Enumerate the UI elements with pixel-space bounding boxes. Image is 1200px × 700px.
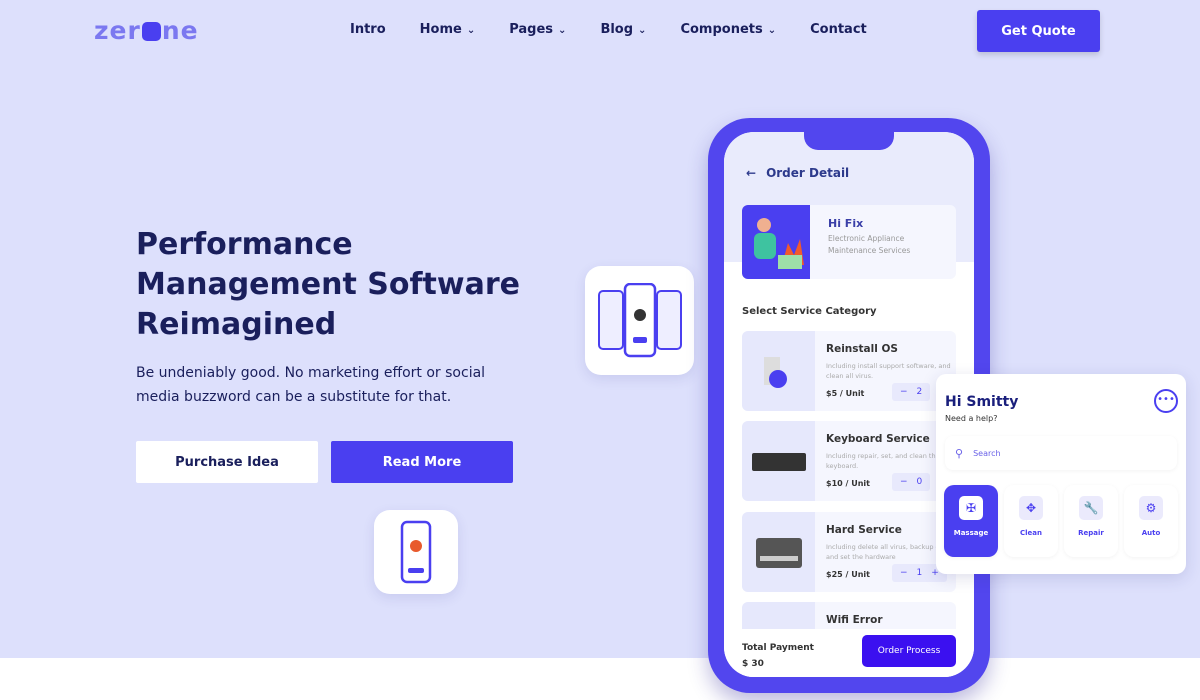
clean-icon: ✥: [1019, 496, 1043, 520]
quantity-stepper[interactable]: −2: [892, 383, 931, 401]
category-label: Massage: [953, 529, 989, 537]
category-clean[interactable]: ✥ Clean: [1004, 485, 1058, 557]
order-process-button[interactable]: Order Process: [862, 635, 956, 667]
service-price: $25 / Unit: [826, 570, 870, 579]
nav-home[interactable]: Home ⌄: [420, 22, 476, 37]
category-label: Clean: [1020, 529, 1042, 537]
hero-title: Performance Management Software Reimagined: [136, 227, 520, 342]
minus-icon[interactable]: −: [900, 387, 908, 397]
read-more-button[interactable]: Read More: [331, 441, 513, 483]
nav-blog[interactable]: Blog ⌄: [600, 22, 646, 37]
quantity-value: 0: [916, 477, 923, 487]
service-description: Including install support software, and …: [826, 362, 951, 380]
logo-mark-icon: [141, 22, 161, 41]
section-divider: [0, 658, 1200, 700]
software-box-icon: [742, 331, 815, 411]
service-title: Reinstall OS: [826, 343, 898, 355]
service-card[interactable]: Reinstall OS Including install support so…: [742, 331, 956, 411]
hero-subtitle: Be undeniably good. No marketing effort …: [136, 365, 486, 405]
logo-text: ne: [161, 16, 199, 45]
chat-icon[interactable]: •••: [1154, 389, 1178, 413]
app-preview-thumbnail: [585, 266, 694, 375]
service-description: Including repair, set, and clean the key…: [826, 452, 940, 470]
provider-name: Hi Fix: [828, 217, 864, 230]
section-label: Select Service Category: [742, 306, 877, 317]
help-greeting: Hi Smitty: [945, 394, 1019, 410]
category-label: Repair: [1078, 529, 1104, 537]
phone-notch: [804, 132, 894, 150]
nav-componets[interactable]: Componets ⌄: [680, 22, 776, 37]
quantity-stepper[interactable]: −0: [892, 473, 931, 491]
search-input[interactable]: ⚲ Search: [945, 436, 1177, 470]
category-auto[interactable]: ⚙ Auto: [1124, 485, 1178, 557]
service-description: Including delete all virus, backup data …: [826, 543, 951, 561]
quantity-value: 1: [916, 568, 923, 578]
service-title: Wifi Error: [826, 614, 883, 626]
repairman-illustration-icon: [742, 205, 810, 279]
nav-contact[interactable]: Contact: [810, 22, 867, 37]
logo-text: zer: [94, 16, 141, 45]
chevron-down-icon: ⌄: [466, 25, 476, 36]
hard-drive-icon: [742, 512, 815, 592]
app-preview-thumbnail: [374, 510, 458, 594]
get-quote-button[interactable]: Get Quote: [977, 10, 1100, 52]
order-detail-header: ← Order Detail: [746, 166, 850, 180]
wrench-icon: 🔧: [1079, 496, 1103, 520]
minus-icon[interactable]: −: [900, 477, 908, 487]
help-prompt: Need a help?: [945, 414, 998, 423]
search-icon: ⚲: [955, 446, 964, 460]
service-price: $5 / Unit: [826, 389, 865, 398]
purchase-idea-button[interactable]: Purchase Idea: [136, 441, 318, 483]
category-massage[interactable]: ✠ Massage: [944, 485, 998, 557]
provider-description: Electronic Appliance Maintenance Service…: [828, 234, 911, 255]
help-widget: Hi Smitty Need a help? ••• ⚲ Search ✠ Mass…: [936, 374, 1186, 574]
logo[interactable]: zer ne: [94, 16, 199, 45]
nav-pages[interactable]: Pages ⌄: [509, 22, 566, 37]
foot-icon: ✠: [959, 496, 983, 520]
search-placeholder: Search: [973, 448, 1001, 458]
service-card[interactable]: Hard Service Including delete all virus, …: [742, 512, 956, 592]
back-arrow-icon[interactable]: ←: [746, 166, 756, 180]
provider-card[interactable]: Hi Fix Electronic Appliance Maintenance …: [742, 205, 956, 279]
gear-icon: ⚙: [1139, 496, 1163, 520]
category-repair[interactable]: 🔧 Repair: [1064, 485, 1118, 557]
service-title: Hard Service: [826, 524, 902, 536]
category-label: Auto: [1141, 529, 1161, 537]
chevron-down-icon: ⌄: [638, 25, 647, 36]
service-price: $10 / Unit: [826, 479, 870, 488]
chevron-down-icon: ⌄: [767, 25, 777, 36]
service-card[interactable]: Keyboard Service Including repair, set, a…: [742, 421, 956, 501]
phones-illustration-icon: [597, 282, 682, 357]
nav-intro[interactable]: Intro: [350, 22, 386, 37]
keyboard-icon: [742, 421, 815, 501]
phone-illustration-icon: [400, 520, 432, 584]
main-nav: Intro Home ⌄ Pages ⌄ Blog ⌄ Componets ⌄ Cont…: [350, 22, 867, 37]
total-payment: Total Payment $ 30: [742, 643, 814, 669]
minus-icon[interactable]: −: [900, 568, 908, 578]
service-title: Keyboard Service: [826, 433, 930, 445]
quantity-value: 2: [916, 387, 923, 397]
chevron-down-icon: ⌄: [558, 25, 567, 36]
